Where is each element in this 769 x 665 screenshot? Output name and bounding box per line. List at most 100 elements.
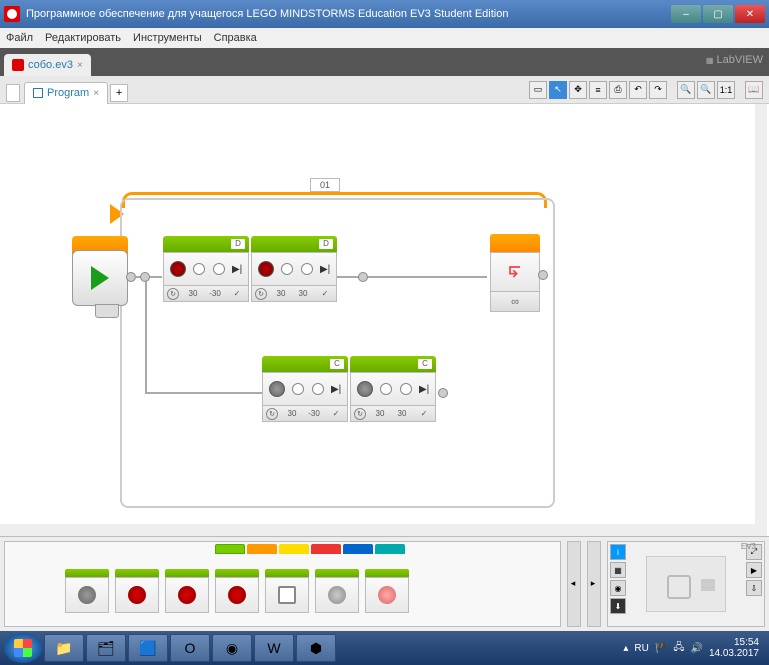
palette-block-brick-status[interactable]	[365, 569, 409, 613]
canvas-scrollbar-h[interactable]	[0, 524, 755, 536]
palette-tab-myblocks[interactable]	[375, 544, 405, 554]
program-canvas[interactable]: 01 D ▶|	[0, 104, 769, 536]
brick-port-view-icon[interactable]: ▦	[610, 562, 626, 578]
program-tab[interactable]: Program ×	[24, 82, 108, 104]
tray-expand-icon[interactable]: ▴	[623, 643, 628, 654]
window-maximize-button[interactable]: ▢	[703, 5, 733, 23]
palette-tab-action[interactable]	[215, 544, 245, 554]
motor-dial-icon	[400, 383, 412, 395]
tray-volume-icon[interactable]: 🔊	[690, 643, 702, 654]
motor-value[interactable]: ✓	[229, 289, 245, 298]
tool-save[interactable]: ⎙	[609, 81, 627, 99]
window-minimize-button[interactable]: –	[671, 5, 701, 23]
brick-info-icon[interactable]: i	[610, 544, 626, 560]
motor-value[interactable]: -30	[207, 289, 223, 298]
palette-tab-data[interactable]	[311, 544, 341, 554]
motor-block-d1[interactable]: D ▶| ↻ 30 -30 ✓	[163, 236, 249, 302]
tab-list-button[interactable]	[6, 84, 20, 102]
palette-block-move-tank[interactable]	[215, 569, 259, 613]
mode-icon[interactable]: ↻	[354, 408, 366, 420]
mode-icon[interactable]: ↻	[255, 288, 267, 300]
tool-undo[interactable]: ↶	[629, 81, 647, 99]
motor-block-c2[interactable]: C ▶| ↻ 30 30 ✓	[350, 356, 436, 422]
loop-end-block[interactable]: ∞	[490, 234, 540, 312]
palette-block-display[interactable]	[265, 569, 309, 613]
menu-file[interactable]: Файл	[6, 32, 33, 44]
tray-network-icon[interactable]: 🖧	[673, 640, 684, 657]
mode-icon[interactable]: ↻	[167, 288, 179, 300]
tool-pointer[interactable]: ↖	[549, 81, 567, 99]
motor-value[interactable]: 30	[394, 409, 410, 418]
motor-value[interactable]: ✓	[317, 289, 333, 298]
start-block[interactable]	[72, 250, 128, 306]
taskbar-item-opera[interactable]: O	[170, 634, 210, 662]
palette-tab-sensor[interactable]	[279, 544, 309, 554]
motor-value[interactable]: 30	[284, 409, 300, 418]
add-program-button[interactable]: +	[110, 84, 128, 102]
motor-block-c1[interactable]: C ▶| ↻ 30 -30 ✓	[262, 356, 348, 422]
taskbar-item-folder[interactable]: 🗂	[86, 634, 126, 662]
taskbar-item-app[interactable]: 🟦	[128, 634, 168, 662]
taskbar-item-ev3[interactable]: ⬢	[296, 634, 336, 662]
window-close-button[interactable]: ✕	[735, 5, 765, 23]
palette-collapse-left[interactable]: ◂	[567, 541, 581, 627]
file-tab[interactable]: собо.ev3 ×	[4, 54, 91, 76]
motor-value[interactable]: 30	[372, 409, 388, 418]
motor-value[interactable]: -30	[306, 409, 322, 418]
tray-language[interactable]: RU	[634, 643, 648, 654]
motor-port[interactable]: C	[330, 359, 344, 369]
brick-preview	[628, 542, 744, 626]
motor-dial-icon	[301, 263, 313, 275]
connector-peg[interactable]	[358, 272, 368, 282]
start-button[interactable]	[4, 633, 42, 663]
palette-block-medium-motor[interactable]	[65, 569, 109, 613]
motor-value[interactable]: 30	[295, 289, 311, 298]
palette-block-sound[interactable]	[315, 569, 359, 613]
tool-redo[interactable]: ↷	[649, 81, 667, 99]
brick-run-icon[interactable]: ▶	[746, 562, 762, 578]
motor-block-d2[interactable]: D ▶| ↻ 30 30 ✓	[251, 236, 337, 302]
palette-tab-advanced[interactable]	[343, 544, 373, 554]
system-tray: ▴ RU 🏴 🖧 🔊 15:54 14.03.2017	[623, 637, 765, 659]
palette-area: ◂ ▸ EV3 i ▦ ◉ ⬇ ⤢ ▶ ⇩	[0, 536, 769, 631]
connector-peg[interactable]	[438, 388, 448, 398]
tool-zoom-out[interactable]: 🔍	[677, 81, 695, 99]
palette-block-large-motor[interactable]	[115, 569, 159, 613]
tool-zoom-in[interactable]: 🔍	[697, 81, 715, 99]
connector-peg[interactable]	[538, 270, 548, 280]
program-tab-close[interactable]: ×	[93, 88, 99, 99]
file-icon	[12, 59, 24, 71]
brick-download-run-icon[interactable]: ⇩	[746, 580, 762, 596]
motor-large-icon	[170, 261, 186, 277]
motor-value[interactable]: ✓	[416, 409, 432, 418]
tool-help[interactable]: 📖	[745, 81, 763, 99]
palette-collapse-right[interactable]: ▸	[587, 541, 601, 627]
palette-tab-flow[interactable]	[247, 544, 277, 554]
tool-select[interactable]: ▭	[529, 81, 547, 99]
menu-help[interactable]: Справка	[214, 32, 257, 44]
motor-value[interactable]: 30	[185, 289, 201, 298]
canvas-scrollbar-v[interactable]	[755, 104, 767, 536]
tool-pan[interactable]: ✥	[569, 81, 587, 99]
brick-motor-icon[interactable]: ◉	[610, 580, 626, 596]
tool-comment[interactable]: ≡	[589, 81, 607, 99]
taskbar-item-chrome[interactable]: ◉	[212, 634, 252, 662]
menu-tools[interactable]: Инструменты	[133, 32, 202, 44]
motor-value[interactable]: ✓	[328, 409, 344, 418]
loop-label[interactable]: 01	[310, 178, 340, 192]
palette-block-move-steering[interactable]	[165, 569, 209, 613]
menu-edit[interactable]: Редактировать	[45, 32, 121, 44]
motor-port[interactable]: D	[319, 239, 333, 249]
taskbar-item-explorer[interactable]: 📁	[44, 634, 84, 662]
motor-port[interactable]: D	[231, 239, 245, 249]
file-tab-close[interactable]: ×	[77, 60, 83, 71]
motor-value[interactable]: 30	[273, 289, 289, 298]
loop-condition[interactable]: ∞	[490, 292, 540, 312]
motor-port[interactable]: C	[418, 359, 432, 369]
tray-clock[interactable]: 15:54 14.03.2017	[709, 637, 759, 659]
tool-zoom-reset[interactable]: 1:1	[717, 81, 735, 99]
brick-download-icon[interactable]: ⬇	[610, 598, 626, 614]
taskbar-item-word[interactable]: W	[254, 634, 294, 662]
tray-flag-icon[interactable]: 🏴	[655, 643, 667, 654]
mode-icon[interactable]: ↻	[266, 408, 278, 420]
